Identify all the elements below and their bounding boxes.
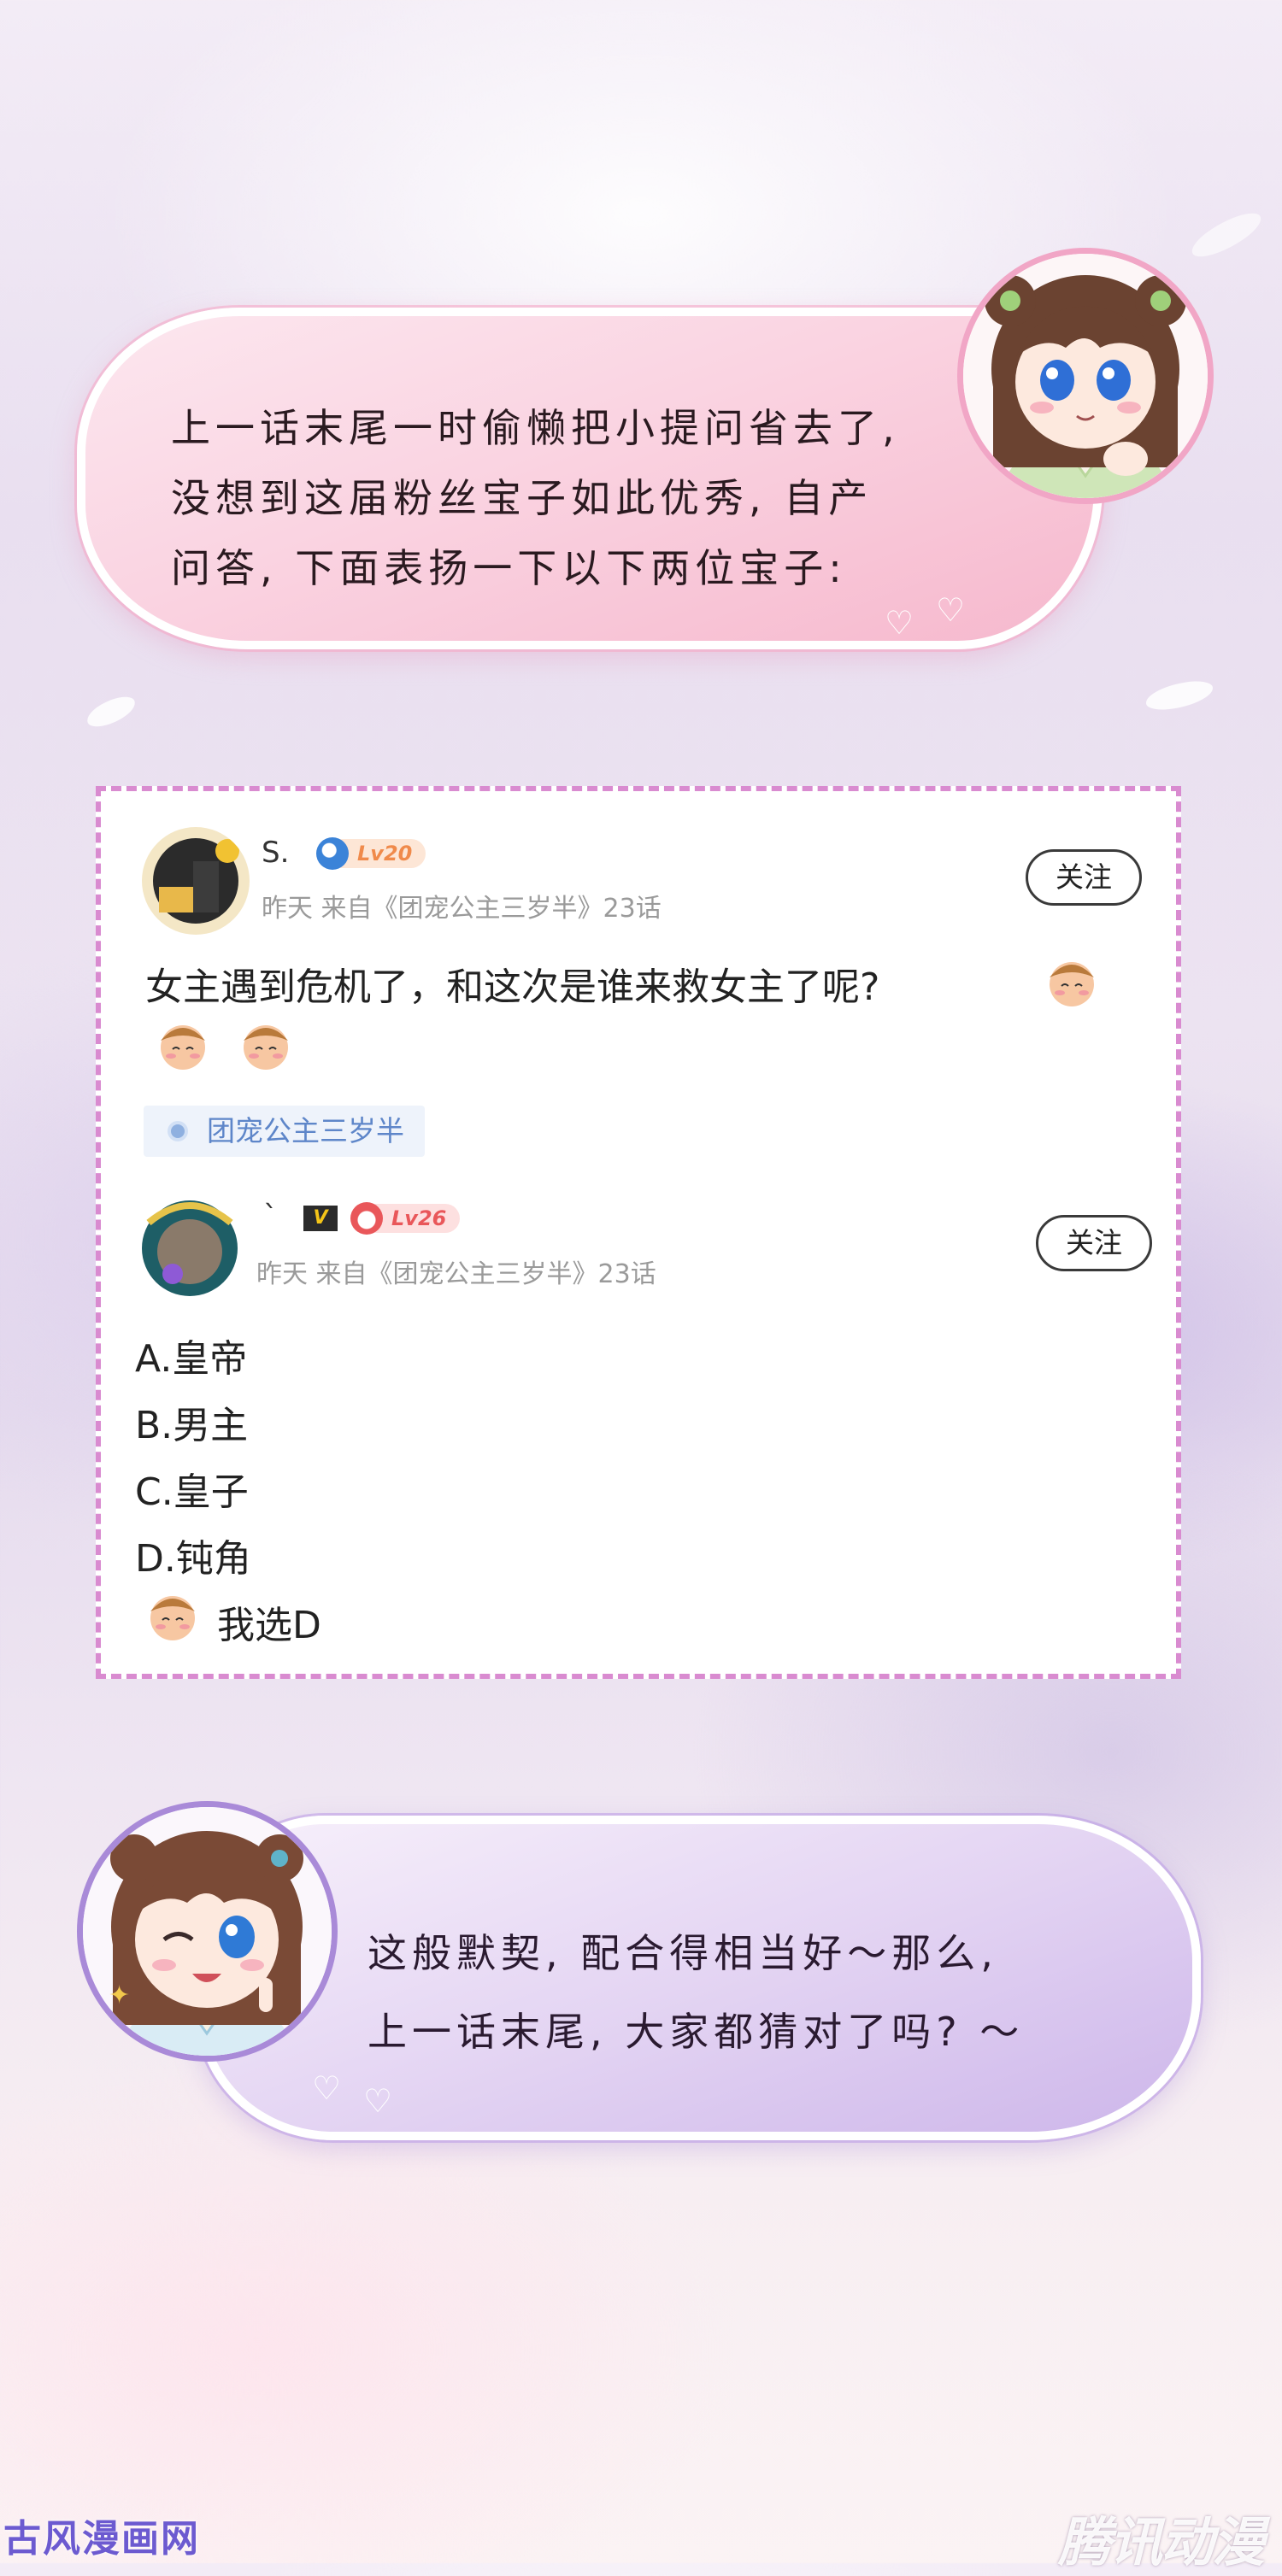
vip-badge: V [303, 1206, 338, 1231]
comment-meta: 昨天 来自《团宠公主三岁半》23话 [256, 1259, 656, 1289]
level-badge: Lv20 [316, 837, 426, 870]
chibi-emoji-icon [244, 1025, 288, 1070]
level-badge-icon [350, 1202, 383, 1235]
answer-option: C.皇子 [135, 1470, 249, 1514]
follow-button[interactable]: 关注 [1026, 849, 1142, 906]
comment-final-line: 我选D [217, 1604, 321, 1647]
svg-text:✦: ✦ [109, 1980, 130, 2010]
heart-icon: ♡ [312, 2069, 342, 2107]
character-avatar-bottom: ✦ [77, 1801, 338, 2062]
level-badge: Lv26 [350, 1202, 461, 1235]
top-bubble-text: 上一话末尾一时偷懒把小提问省去了, 没想到这届粉丝宝子如此优秀, 自产 问答, … [171, 393, 1026, 603]
chibi-emoji-icon [161, 1025, 205, 1070]
chibi-emoji-icon [1050, 962, 1094, 1006]
chibi-emoji-icon [150, 1596, 195, 1640]
petal-decoration [1185, 207, 1267, 263]
level-badge-icon [316, 837, 349, 870]
petal-decoration [83, 692, 139, 731]
top-bubble-line: 没想到这届粉丝宝子如此优秀, 自产 [171, 475, 873, 521]
comment-username[interactable]: ` [263, 1200, 278, 1234]
top-bubble-line: 上一话末尾一时偷懒把小提问省去了, [171, 405, 900, 451]
bottom-bubble-text: 这般默契, 配合得相当好～那么, 上一话末尾, 大家都猜对了吗? ～ [368, 1914, 1179, 2071]
petal-decoration [1144, 678, 1215, 713]
site-watermark-left: 古风漫画网 [3, 2517, 200, 2561]
bottom-speech-bubble: 这般默契, 配合得相当好～那么, 上一话末尾, 大家都猜对了吗? ～ ♡ ♡ [197, 1816, 1201, 2140]
heart-icon: ♡ [936, 591, 966, 629]
answer-option: D.钝角 [135, 1537, 251, 1581]
answer-option: A.皇帝 [135, 1337, 248, 1381]
site-watermark-right: 腾讯动漫 [1058, 2511, 1265, 2573]
heart-icon: ♡ [885, 604, 914, 642]
comment-card: S. Lv20 昨天 来自《团宠公主三岁半》23话 关注 女主遇到危机了，和这次… [96, 786, 1181, 1679]
character-avatar-top [957, 248, 1214, 504]
tag-dot-icon [171, 1124, 185, 1138]
user-avatar[interactable] [132, 1188, 248, 1305]
comment-meta: 昨天 来自《团宠公主三岁半》23话 [262, 894, 662, 924]
comment-text: 女主遇到危机了，和这次是谁来救女主了呢? [145, 965, 880, 1009]
topic-tag[interactable]: 团宠公主三岁半 [144, 1106, 425, 1157]
top-speech-bubble: 上一话末尾一时偷懒把小提问省去了, 没想到这届粉丝宝子如此优秀, 自产 问答, … [77, 308, 1103, 649]
bottom-bubble-line: 上一话末尾, 大家都猜对了吗? ～ [368, 2009, 1025, 2055]
answer-option: B.男主 [135, 1404, 249, 1447]
user-avatar[interactable] [142, 827, 250, 935]
comment-username[interactable]: S. [262, 836, 289, 870]
follow-button[interactable]: 关注 [1036, 1215, 1152, 1271]
top-bubble-line: 问答, 下面表扬一下以下两位宝子: [171, 545, 847, 591]
bottom-bubble-line: 这般默契, 配合得相当好～那么, [368, 1930, 998, 1976]
heart-icon: ♡ [363, 2082, 393, 2120]
